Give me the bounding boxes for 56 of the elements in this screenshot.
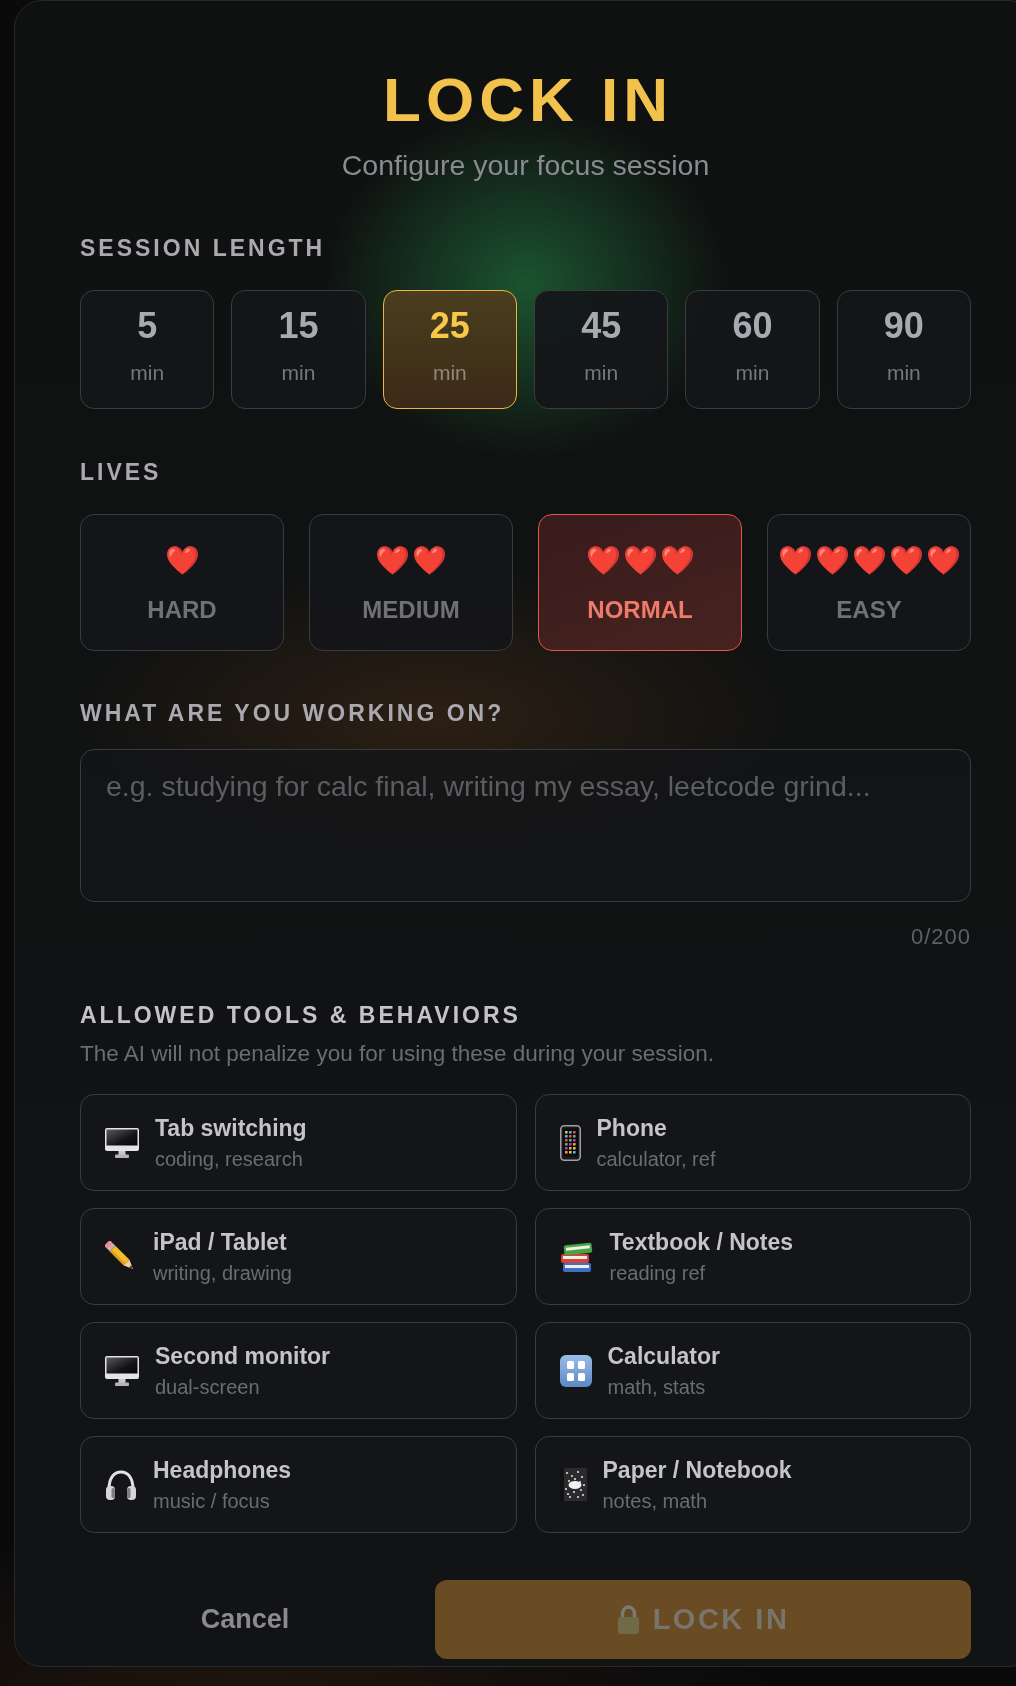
books-icon — [559, 1240, 594, 1273]
app-title: LOCK IN — [382, 64, 674, 136]
lives-option[interactable]: ❤❤ MEDIUM — [309, 514, 513, 651]
tool-detail: music / focus — [153, 1488, 271, 1513]
duration-option[interactable]: 5 min — [80, 290, 215, 409]
keypad-icon — [559, 1354, 592, 1387]
tool-detail: math, stats — [607, 1374, 707, 1399]
tool-option[interactable]: Calculator math, stats — [534, 1322, 971, 1419]
tool-detail: reading ref — [609, 1260, 707, 1285]
notebook-icon — [559, 1468, 587, 1501]
character-counter: 0/200 — [910, 924, 971, 950]
duration-option[interactable]: 25 min — [382, 290, 517, 409]
tool-title: Tab switching — [155, 1114, 307, 1142]
tool-title: iPad / Tablet — [153, 1228, 288, 1256]
padlock-icon — [616, 1604, 640, 1635]
monitor-icon — [105, 1127, 139, 1158]
tool-title: Calculator — [607, 1342, 720, 1370]
tool-option[interactable]: iPad / Tablet writing, drawing — [80, 1208, 517, 1305]
tool-option[interactable]: Textbook / Notes reading ref — [534, 1208, 971, 1305]
phone-icon — [559, 1124, 581, 1161]
tool-title: Headphones — [153, 1456, 292, 1484]
heart-symbols: ❤❤❤ — [584, 545, 697, 577]
tool-detail: coding, research — [155, 1146, 304, 1171]
task-field[interactable]: e.g. studying for calc final, writing my essay, leetcode grind... — [80, 749, 971, 902]
tool-option[interactable]: Second monitor dual-screen — [80, 1322, 517, 1419]
section-description: The AI will not penalize you for using these during your session. — [80, 1040, 715, 1067]
tool-detail: calculator, ref — [596, 1146, 716, 1171]
tool-option[interactable]: Paper / Notebook notes, math — [534, 1436, 971, 1533]
section-label: SESSION LENGTH — [80, 234, 326, 262]
duration-option[interactable]: 90 min — [836, 290, 971, 409]
lives-option[interactable]: ❤❤❤ NORMAL — [538, 514, 742, 651]
lives-option[interactable]: ❤ HARD — [80, 514, 284, 651]
tool-option[interactable]: Phone calculator, ref — [534, 1094, 971, 1191]
tool-detail: notes, math — [602, 1488, 708, 1513]
tool-detail: dual-screen — [155, 1374, 261, 1399]
tool-option[interactable]: Headphones music / focus — [80, 1436, 517, 1533]
headphones-icon — [105, 1468, 137, 1501]
tool-title: Phone — [596, 1114, 668, 1142]
section-label: ALLOWED TOOLS & BEHAVIORS — [80, 1001, 521, 1029]
heart-symbols: ❤❤❤❤❤ — [776, 545, 963, 577]
heart-symbols: ❤❤ — [374, 545, 449, 577]
duration-option[interactable]: 45 min — [534, 290, 669, 409]
section-label: WHAT ARE YOU WORKING ON? — [80, 699, 505, 727]
tool-title: Textbook / Notes — [609, 1228, 794, 1256]
tool-detail: writing, drawing — [153, 1260, 292, 1285]
lives-option[interactable]: ❤❤❤❤❤ EASY — [767, 514, 971, 651]
heart-symbols: ❤ — [163, 545, 202, 577]
duration-option[interactable]: 15 min — [231, 290, 366, 409]
section-label: LIVES — [80, 458, 162, 486]
tool-title: Second monitor — [155, 1342, 331, 1370]
tool-title: Paper / Notebook — [602, 1456, 792, 1484]
cancel-button[interactable]: Cancel — [80, 1580, 410, 1659]
monitor-icon — [105, 1355, 139, 1386]
subtitle: Configure your focus session — [340, 148, 711, 182]
duration-option[interactable]: 60 min — [685, 290, 820, 409]
tool-option[interactable]: Tab switching coding, research — [80, 1094, 517, 1191]
